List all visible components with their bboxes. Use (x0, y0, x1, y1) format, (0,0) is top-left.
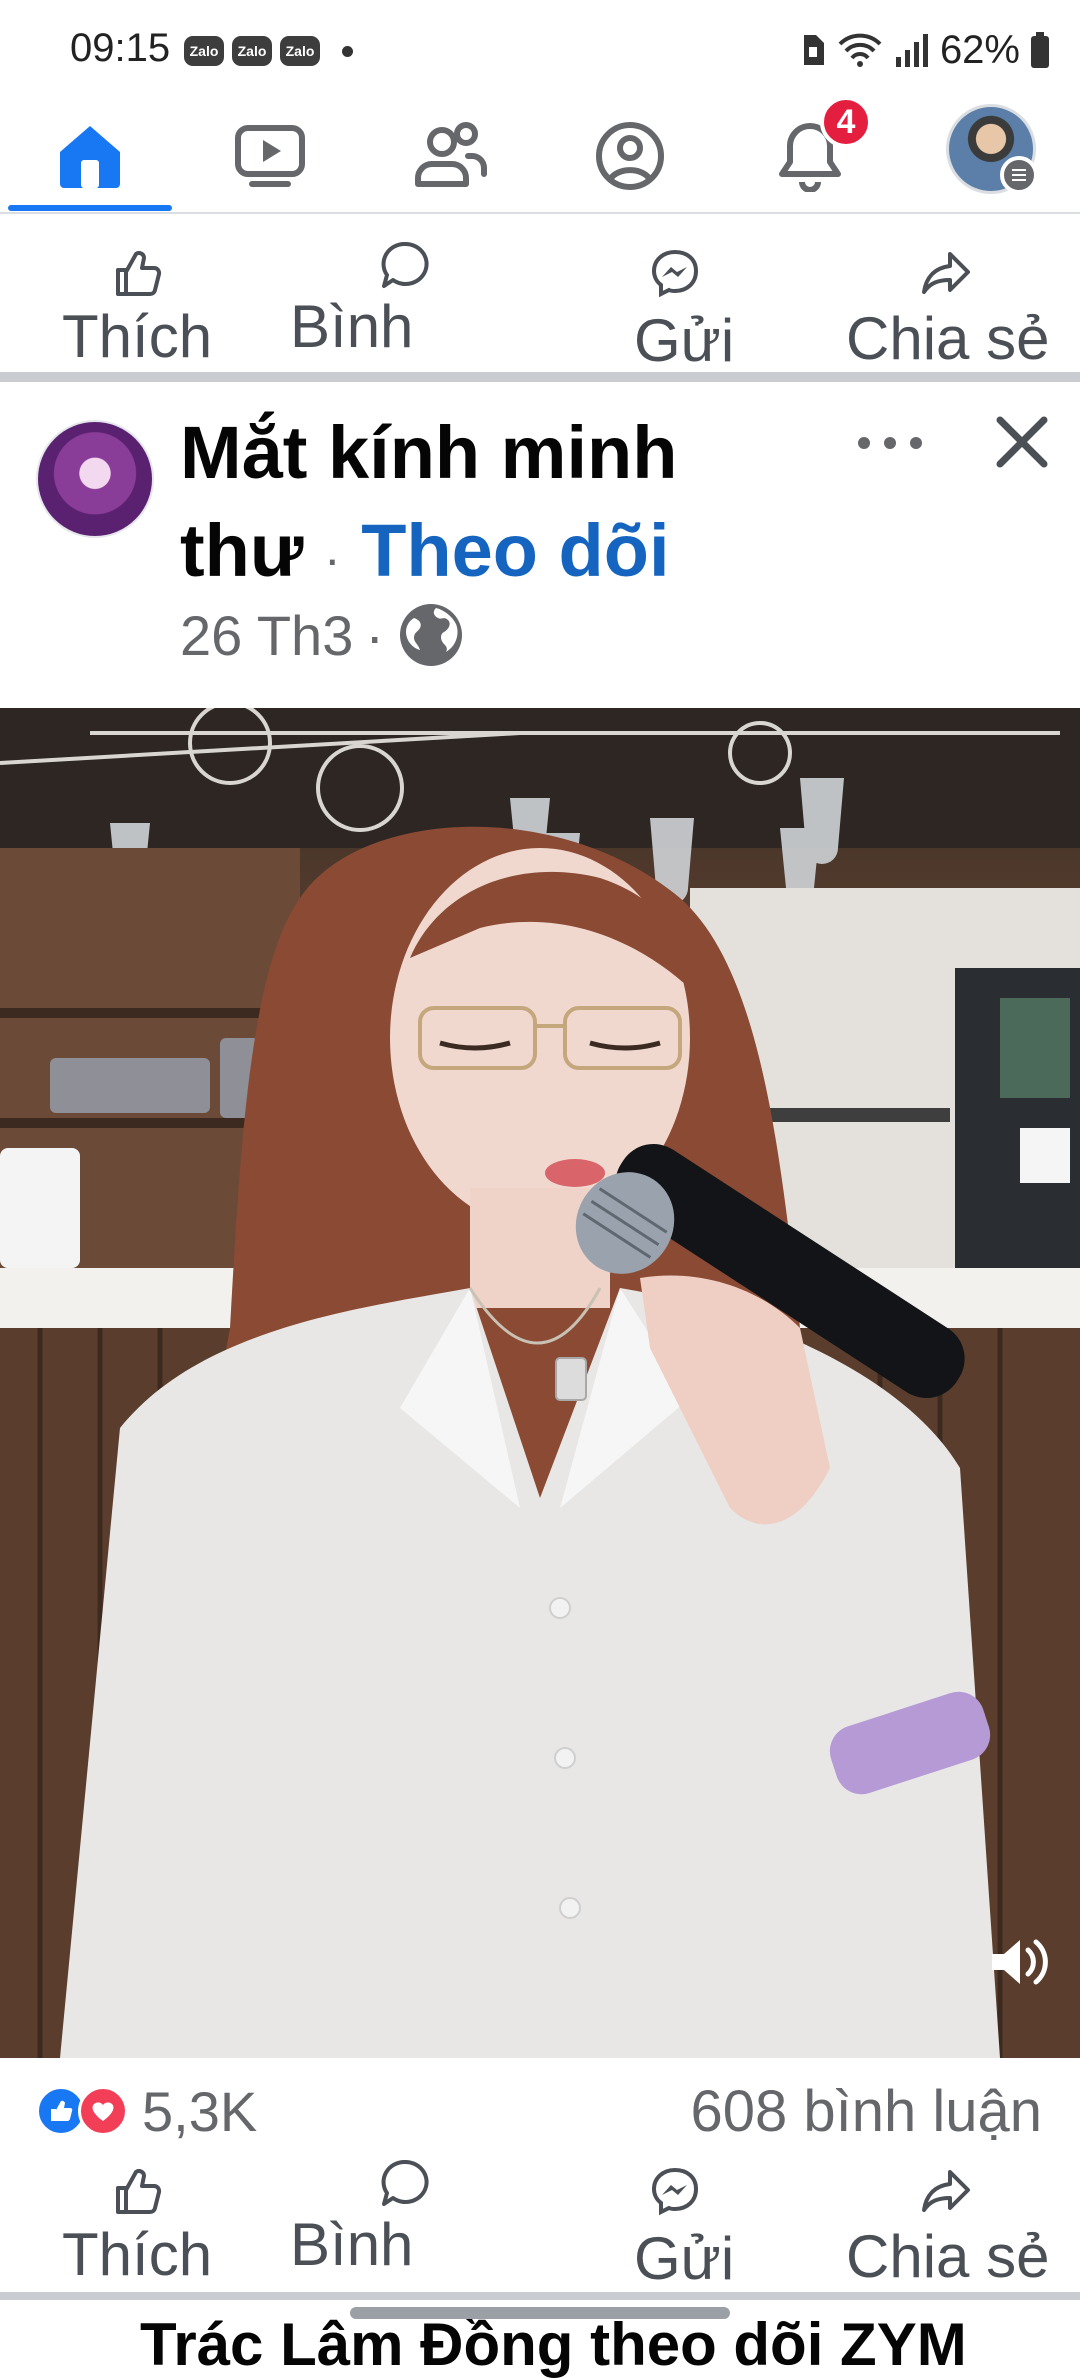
post-meta: 26 Th3 · (180, 600, 466, 670)
menu-icon[interactable] (1000, 156, 1038, 194)
zalo-notification-icon: Zalo (280, 36, 320, 66)
tab-profile[interactable] (570, 100, 690, 212)
comment-icon (381, 241, 429, 288)
like-label: Thích (62, 2221, 213, 2288)
home-indicator[interactable] (350, 2307, 730, 2319)
like-icon (116, 251, 162, 296)
messenger-icon (651, 2167, 699, 2216)
status-indicators: 62% (800, 26, 1050, 74)
post-divider (0, 372, 1080, 382)
comment-label: Bình (290, 2211, 414, 2278)
share-label: Chia sẻ (846, 305, 1050, 372)
tab-home[interactable] (30, 100, 150, 212)
wifi-icon (838, 33, 882, 67)
post-date[interactable]: 26 Th3 (180, 603, 353, 668)
next-post-header[interactable]: Trác Lâm Đồng theo dõi ZYM (140, 2310, 967, 2379)
comment-label: Bình (290, 293, 414, 360)
friends-icon (415, 122, 487, 187)
like-icon (116, 2169, 162, 2214)
name-separator: · (324, 531, 341, 587)
tab-friends[interactable] (390, 100, 510, 212)
active-tab-indicator (8, 205, 172, 211)
reaction-count: 5,3K (142, 2079, 258, 2143)
page-name[interactable]: Mắt kính minh (180, 411, 677, 494)
date-separator: · (365, 603, 384, 667)
follow-link[interactable]: Theo dõi (361, 509, 669, 592)
post-video[interactable] (0, 708, 1080, 2058)
video-icon (235, 125, 305, 187)
page-name-continued[interactable]: thư (180, 509, 303, 592)
battery-icon (1031, 32, 1049, 68)
status-time: 09:15 (70, 26, 171, 70)
notification-badge: 4 (820, 96, 872, 148)
close-icon[interactable] (990, 410, 1054, 474)
post-actions: Thích Bình Gửi Chia sẻ (0, 2158, 1080, 2292)
reactions-summary[interactable]: 5,3K (36, 2079, 258, 2143)
send-label: Gửi (634, 2225, 735, 2292)
zalo-notification-icon: Zalo (184, 36, 224, 66)
top-navigation (0, 100, 1080, 214)
page-avatar[interactable] (36, 420, 154, 538)
post-header-title: Mắt kính minh thư · Theo dõi (180, 404, 740, 608)
post-divider (0, 2292, 1080, 2300)
profile-icon (596, 122, 664, 190)
sound-icon[interactable] (984, 1930, 1048, 1994)
more-notifications-dot (342, 46, 353, 57)
previous-post-actions: Thích Bình Gửi Chia sẻ (0, 240, 1080, 374)
video-frame (0, 708, 1080, 2058)
messenger-icon (651, 249, 699, 298)
share-button[interactable]: Chia sẻ (846, 240, 1066, 372)
globe-icon (400, 604, 462, 666)
share-icon (922, 252, 970, 294)
battery-percentage: 62% (939, 27, 1020, 72)
like-label: Thích (62, 303, 213, 370)
home-icon (60, 126, 120, 188)
share-label: Chia sẻ (846, 2223, 1050, 2290)
share-icon (922, 2170, 970, 2212)
tab-video[interactable] (210, 100, 330, 212)
sim-icon (803, 35, 824, 65)
comment-button[interactable]: Bình (286, 240, 446, 372)
send-label: Gửi (634, 307, 735, 374)
love-reaction-icon (78, 2086, 128, 2136)
zalo-notification-icon: Zalo (232, 36, 272, 66)
send-button[interactable]: Gửi (630, 2158, 750, 2292)
like-button[interactable]: Thích (60, 2158, 240, 2290)
share-button[interactable]: Chia sẻ (846, 2158, 1066, 2290)
send-button[interactable]: Gửi (630, 240, 750, 374)
comment-icon (381, 2159, 429, 2206)
more-options-button[interactable] (858, 418, 922, 468)
signal-icon (895, 34, 928, 67)
comment-count[interactable]: 608 bình luận (690, 2078, 1042, 2145)
comment-button[interactable]: Bình (286, 2158, 446, 2290)
like-button[interactable]: Thích (60, 240, 240, 372)
